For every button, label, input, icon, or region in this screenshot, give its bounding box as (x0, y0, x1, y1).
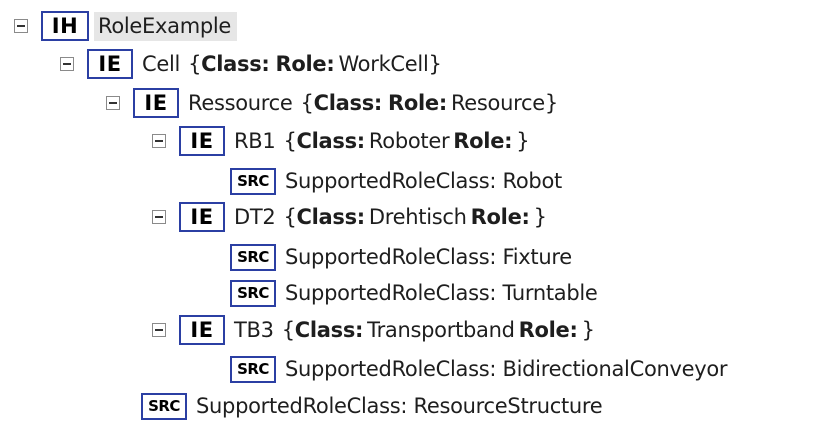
class-key: Class: (296, 205, 366, 229)
tree-node-label[interactable]: Ressource (188, 91, 293, 115)
tree-node-cell[interactable]: IE Cell { Class: Role: WorkCell } (60, 46, 442, 82)
tree-node-dt2[interactable]: IE DT2 { Class: Drehtisch Role: } (152, 199, 547, 235)
tree-node-roleexample[interactable]: IH RoleExample (14, 8, 238, 44)
supported-role-class-badge: SRC (230, 279, 276, 307)
instance-hierarchy-badge: IH (41, 11, 89, 41)
supported-role-class-item[interactable]: SRC SupportedRoleClass: ResourceStructur… (141, 388, 603, 424)
tree-node-label[interactable]: DT2 (234, 205, 276, 229)
collapse-minus-icon[interactable] (60, 57, 74, 71)
brace-open: { (188, 52, 202, 76)
supported-role-class-item[interactable]: SRC SupportedRoleClass: Robot (230, 163, 562, 199)
role-key: Role: (453, 129, 513, 153)
class-value: Transportband (367, 318, 515, 342)
brace-open: { (283, 205, 297, 229)
supported-role-class-label[interactable]: SupportedRoleClass: ResourceStructure (196, 394, 603, 418)
collapse-minus-icon[interactable] (152, 210, 166, 224)
brace-close: } (516, 129, 530, 153)
class-key: Class: (294, 318, 364, 342)
brace-open: { (283, 129, 297, 153)
internal-element-badge: IE (179, 315, 225, 345)
internal-element-badge: IE (87, 49, 133, 79)
internal-element-badge: IE (133, 88, 179, 118)
supported-role-class-item[interactable]: SRC SupportedRoleClass: BidirectionalCon… (230, 351, 728, 387)
supported-role-class-badge: SRC (230, 355, 276, 383)
supported-role-class-label[interactable]: SupportedRoleClass: Fixture (285, 245, 572, 269)
supported-role-class-label[interactable]: SupportedRoleClass: Turntable (285, 281, 598, 305)
role-example-tree: IH RoleExample IE Cell { Class: Role: Wo… (0, 0, 815, 422)
brace-close: } (533, 205, 547, 229)
tree-node-label[interactable]: TB3 (234, 318, 274, 342)
supported-role-class-label[interactable]: SupportedRoleClass: Robot (285, 169, 562, 193)
tree-node-label[interactable]: RB1 (234, 129, 276, 153)
supported-role-class-label[interactable]: SupportedRoleClass: BidirectionalConveyo… (285, 357, 728, 381)
supported-role-class-item[interactable]: SRC SupportedRoleClass: Turntable (230, 275, 598, 311)
brace-close: } (428, 52, 442, 76)
class-key: Class: (201, 52, 270, 76)
supported-role-class-badge: SRC (230, 167, 276, 195)
collapse-minus-icon[interactable] (152, 323, 166, 337)
internal-element-badge: IE (179, 126, 225, 156)
class-value: Drehtisch (368, 205, 467, 229)
tree-node-label[interactable]: Cell (142, 52, 180, 76)
collapse-minus-icon[interactable] (152, 134, 166, 148)
supported-role-class-badge: SRC (230, 243, 276, 271)
role-value: Resource (450, 91, 545, 115)
brace-close: } (581, 318, 595, 342)
brace-open: { (300, 91, 314, 115)
role-value: WorkCell (338, 52, 429, 76)
brace-open: { (281, 318, 295, 342)
internal-element-badge: IE (179, 202, 225, 232)
supported-role-class-item[interactable]: SRC SupportedRoleClass: Fixture (230, 239, 572, 275)
collapse-minus-icon[interactable] (106, 96, 120, 110)
tree-node-ressource[interactable]: IE Ressource { Class: Role: Resource } (106, 85, 558, 121)
class-key: Class: (296, 129, 366, 153)
role-key: Role: (275, 52, 335, 76)
brace-close: } (544, 91, 558, 115)
role-key: Role: (518, 318, 578, 342)
supported-role-class-badge: SRC (141, 392, 187, 420)
tree-node-label[interactable]: RoleExample (94, 11, 238, 41)
tree-node-rb1[interactable]: IE RB1 { Class: Roboter Role: } (152, 123, 530, 159)
collapse-minus-icon[interactable] (14, 19, 28, 33)
role-key: Role: (470, 205, 530, 229)
class-key: Class: (313, 91, 383, 115)
role-key: Role: (388, 91, 447, 115)
tree-node-tb3[interactable]: IE TB3 { Class: Transportband Role: } (152, 312, 595, 348)
class-value: Roboter (368, 129, 450, 153)
